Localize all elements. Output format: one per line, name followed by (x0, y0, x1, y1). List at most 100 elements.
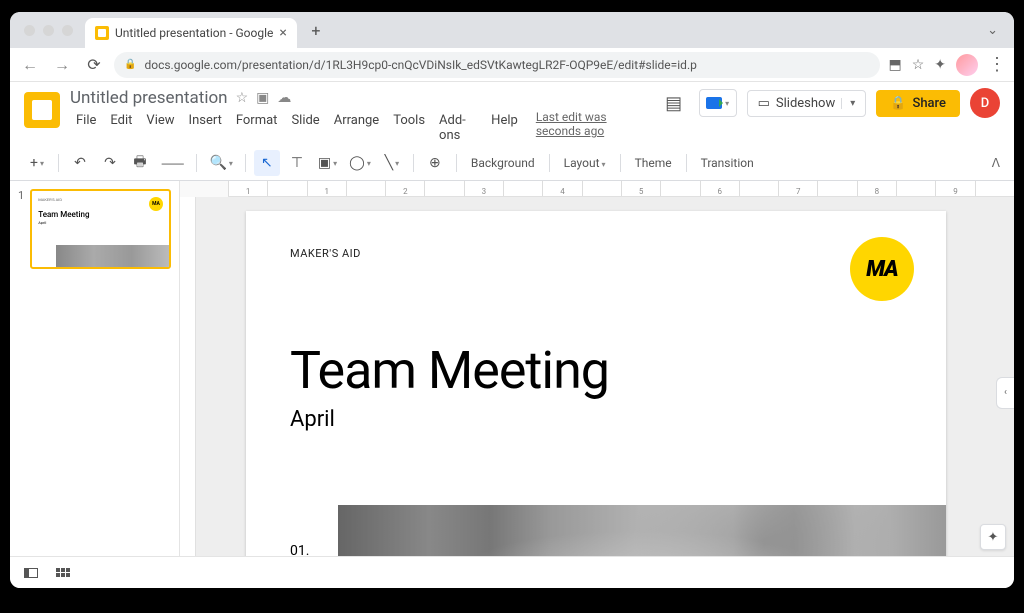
back-button[interactable]: ← (18, 53, 42, 77)
paint-format-button[interactable]: ⸺ (157, 150, 188, 176)
separator (413, 154, 414, 172)
slide-number: 1 (18, 189, 24, 269)
lock-icon: 🔒 (124, 59, 136, 70)
select-tool[interactable]: ↖ (254, 150, 280, 176)
layout-button[interactable]: Layout▾ (558, 156, 612, 170)
slides-favicon-icon (95, 26, 109, 40)
separator (549, 154, 550, 172)
close-tab-icon[interactable]: × (279, 25, 286, 41)
slideshow-dropdown-icon[interactable]: ▾ (841, 98, 855, 109)
image-tool[interactable]: ▣▾ (314, 150, 341, 176)
slides-logo-icon[interactable] (24, 92, 60, 128)
slide-content[interactable]: MAKER'S AID MA Team Meeting April 01. (246, 211, 946, 556)
thumb-logo-icon: MA (149, 197, 163, 211)
slideshow-button[interactable]: ▭ Slideshow ▾ (747, 90, 867, 117)
separator (196, 154, 197, 172)
shape-tool[interactable]: ◯▾ (345, 150, 375, 176)
slide-image[interactable] (338, 505, 946, 556)
star-icon[interactable]: ☆ (236, 90, 249, 106)
new-slide-button[interactable]: +▾ (24, 150, 50, 176)
textbox-tool[interactable]: ⊤ (284, 150, 310, 176)
separator (58, 154, 59, 172)
slide-page-number[interactable]: 01. (290, 543, 309, 556)
menu-format[interactable]: Format (230, 110, 284, 146)
install-icon[interactable]: ⬒ (888, 57, 901, 73)
app-header: Untitled presentation ☆ ▣ ☁ File Edit Vi… (10, 82, 1014, 146)
menu-view[interactable]: View (140, 110, 180, 146)
account-avatar[interactable]: D (970, 88, 1000, 118)
meet-button[interactable]: ▾ (699, 89, 737, 117)
menu-insert[interactable]: Insert (183, 110, 228, 146)
slide-subtitle[interactable]: April (290, 407, 902, 432)
main-area: 1 MAKER'S AID MA Team Meeting April 1123… (10, 181, 1014, 556)
menu-arrange[interactable]: Arrange (328, 110, 385, 146)
explore-button[interactable]: ✦ (980, 524, 1006, 550)
bookmark-icon[interactable]: ☆ (912, 57, 925, 73)
reload-button[interactable]: ⟳ (82, 53, 106, 77)
horizontal-ruler[interactable]: 1123456789 (228, 181, 1014, 197)
last-edit-link[interactable]: Last edit was seconds ago (536, 110, 649, 146)
menu-edit[interactable]: Edit (104, 110, 138, 146)
cloud-status-icon[interactable]: ☁ (277, 90, 291, 106)
forward-button[interactable]: → (50, 53, 74, 77)
comment-button[interactable]: ⊕ (422, 150, 448, 176)
meet-icon (706, 97, 722, 109)
tab-title: Untitled presentation - Google (115, 26, 273, 40)
share-label: Share (912, 96, 946, 111)
menu-slide[interactable]: Slide (285, 110, 325, 146)
browser-tab[interactable]: Untitled presentation - Google × (85, 18, 297, 48)
slide-canvas[interactable]: MAKER'S AID MA Team Meeting April 01. ✦ … (196, 197, 1014, 556)
new-tab-button[interactable]: + (303, 17, 329, 43)
menu-file[interactable]: File (70, 110, 102, 146)
redo-button[interactable]: ↷ (97, 150, 123, 176)
theme-button[interactable]: Theme (629, 156, 678, 170)
separator (456, 154, 457, 172)
separator (620, 154, 621, 172)
thumb-image (56, 245, 169, 267)
menu-tools[interactable]: Tools (387, 110, 431, 146)
slide-thumbnail[interactable]: 1 MAKER'S AID MA Team Meeting April (18, 189, 171, 269)
brand-logo-icon[interactable]: MA (850, 237, 914, 301)
window-controls (18, 25, 85, 36)
url-input[interactable]: 🔒 docs.google.com/presentation/d/1RL3H9c… (114, 52, 880, 78)
footer-bar (10, 556, 1014, 588)
tab-overflow-icon[interactable]: ⌄ (987, 23, 1006, 38)
brand-text[interactable]: MAKER'S AID (290, 247, 902, 260)
print-button[interactable]: 🖶 (127, 150, 153, 176)
grid-view-button[interactable] (56, 568, 70, 577)
collapse-toolbar-icon[interactable]: ᐱ (992, 156, 1000, 170)
address-bar: ← → ⟳ 🔒 docs.google.com/presentation/d/1… (10, 48, 1014, 82)
separator (686, 154, 687, 172)
maximize-window-button[interactable] (62, 25, 73, 36)
menu-bar: File Edit View Insert Format Slide Arran… (70, 110, 649, 146)
undo-button[interactable]: ↶ (67, 150, 93, 176)
zoom-button[interactable]: 🔍▾ (205, 150, 236, 176)
background-button[interactable]: Background (465, 156, 541, 170)
minimize-window-button[interactable] (43, 25, 54, 36)
vertical-ruler[interactable] (180, 197, 196, 556)
extensions-icon[interactable]: ✦ (934, 57, 946, 73)
document-title[interactable]: Untitled presentation (70, 88, 228, 108)
present-icon: ▭ (758, 96, 770, 111)
separator (245, 154, 246, 172)
browser-tab-strip: Untitled presentation - Google × + ⌄ (10, 12, 1014, 48)
menu-help[interactable]: Help (485, 110, 524, 146)
move-icon[interactable]: ▣ (256, 90, 269, 106)
expand-sidebar-icon[interactable]: ‹ (996, 377, 1014, 409)
canvas-area: 1123456789 MAKER'S AID MA Team Meeting A… (180, 181, 1014, 556)
profile-avatar[interactable] (956, 54, 978, 76)
slide-filmstrip: 1 MAKER'S AID MA Team Meeting April (10, 181, 180, 556)
slideshow-label: Slideshow (776, 96, 835, 111)
menu-addons[interactable]: Add-ons (433, 110, 483, 146)
url-text: docs.google.com/presentation/d/1RL3H9cp0… (144, 58, 696, 72)
toolbar: +▾ ↶ ↷ 🖶 ⸺ 🔍▾ ↖ ⊤ ▣▾ ◯▾ ╲▾ ⊕ Background … (10, 146, 1014, 181)
slide-title[interactable]: Team Meeting (290, 340, 902, 401)
browser-menu-icon[interactable]: ⋮ (988, 54, 1006, 75)
transition-button[interactable]: Transition (695, 156, 760, 170)
comments-icon[interactable]: ▤ (659, 88, 689, 118)
share-button[interactable]: 🔒 Share (876, 90, 960, 117)
filmstrip-view-button[interactable] (24, 568, 38, 578)
share-lock-icon: 🔒 (890, 96, 906, 111)
close-window-button[interactable] (24, 25, 35, 36)
line-tool[interactable]: ╲▾ (379, 150, 405, 176)
